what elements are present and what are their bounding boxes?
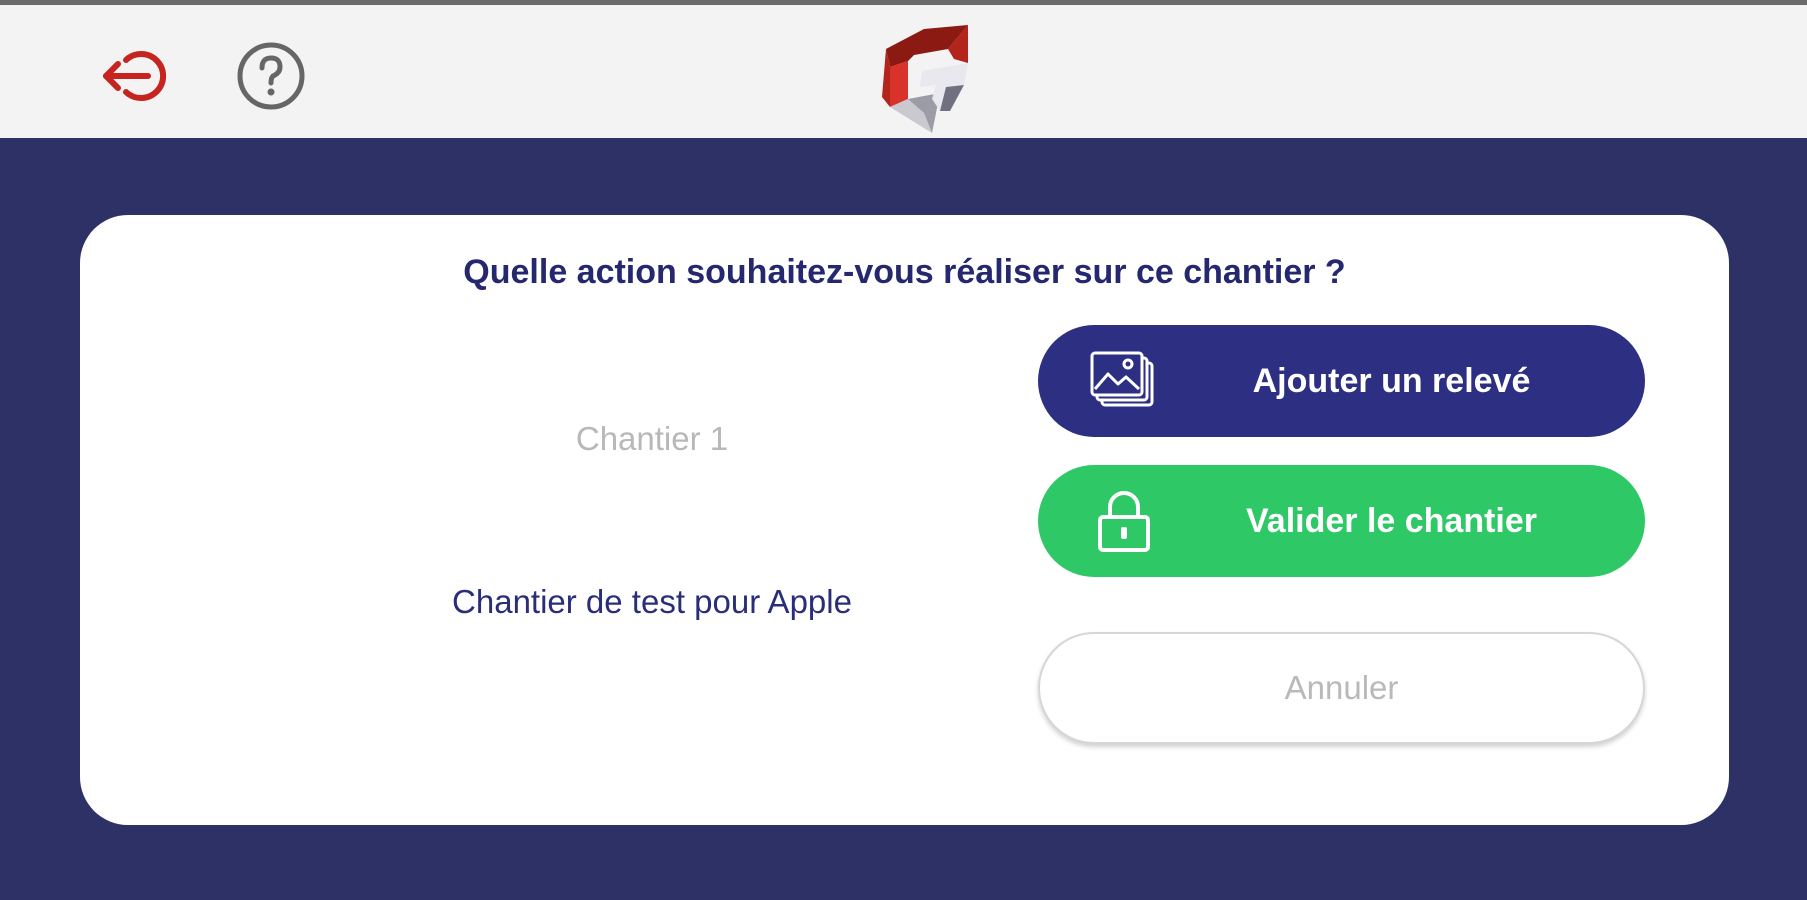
cancel-button[interactable]: Annuler: [1038, 632, 1645, 744]
add-survey-label: Ajouter un relevé: [1252, 361, 1531, 400]
logout-arrow-icon: [103, 51, 167, 101]
site-description: Chantier de test pour Apple: [452, 583, 852, 620]
add-survey-button[interactable]: Ajouter un relevé: [1038, 325, 1645, 437]
question-circle-icon: [237, 42, 305, 110]
logout-button[interactable]: [100, 47, 176, 105]
screen: Quelle action souhaitez-vous réaliser su…: [0, 0, 1807, 900]
help-button[interactable]: [236, 41, 306, 111]
action-dialog: Quelle action souhaitez-vous réaliser su…: [80, 215, 1729, 825]
site-name: Chantier 1: [575, 420, 729, 457]
lock-icon: [1098, 491, 1150, 552]
top-bar: [0, 0, 1807, 138]
image-stack-icon: [1090, 351, 1154, 407]
validate-site-label: Valider le chantier: [1245, 501, 1538, 540]
app-logo: [882, 25, 968, 133]
dialog-title: Quelle action souhaitez-vous réaliser su…: [463, 253, 1346, 291]
cancel-label: Annuler: [1284, 669, 1399, 706]
validate-site-button[interactable]: Valider le chantier: [1038, 465, 1645, 577]
